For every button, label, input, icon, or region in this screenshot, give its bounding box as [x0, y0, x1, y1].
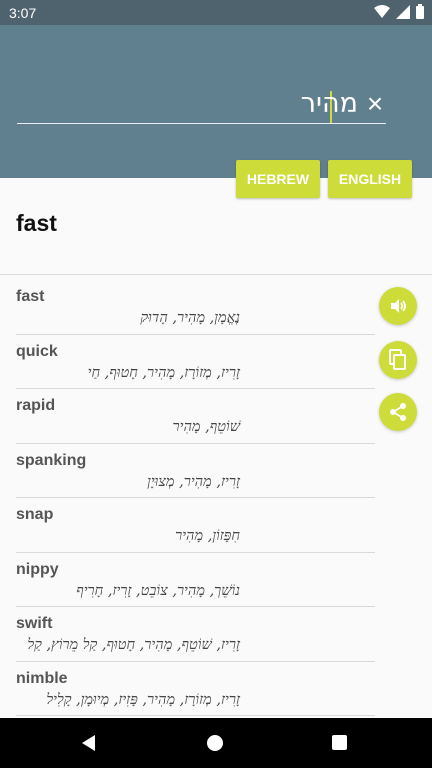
english-button[interactable]: ENGLISH	[328, 160, 412, 198]
speaker-icon	[391, 299, 406, 313]
clear-search-button[interactable]: ×	[364, 90, 386, 118]
result-word: nippy	[16, 560, 59, 578]
list-item[interactable]: spanking זָרִיז, מָהִיר, מְצוּיָן	[16, 444, 375, 498]
result-translation: זָרִיז, מְזוֹרָז, מָהִיר, פָּזִיז, מְיוּ…	[46, 691, 240, 708]
cellular-signal-icon	[396, 4, 410, 19]
result-word: snap	[16, 506, 54, 523]
result-word: swift	[16, 615, 53, 632]
search-query[interactable]: מהיר	[301, 88, 358, 122]
list-item[interactable]: rapid שׁוֹטֵף, מָהִיר	[16, 389, 375, 444]
result-word: rapid	[16, 397, 56, 414]
search-input[interactable]: מהיר ×	[17, 88, 386, 124]
battery-icon	[416, 4, 424, 19]
status-bar: 3:07	[0, 0, 432, 25]
result-translation: שׁוֹטֵף, מָהִיר	[172, 419, 240, 435]
recent-apps-icon[interactable]	[331, 734, 348, 751]
wifi-icon	[374, 4, 390, 18]
result-translation: זָרִיז, שׁוֹטֵף, מָהִיר, חָטוּף, קַל מֵר…	[27, 637, 240, 653]
result-word: nimble	[16, 669, 68, 687]
result-word: quick	[16, 342, 58, 360]
list-item[interactable]: nippy נוֹשֵׁך, מָהִיר, צוֹבֵט, זָרִיז, ח…	[16, 553, 375, 607]
status-icons	[374, 4, 424, 19]
result-translation: חִפָּזוֹן, מָהִיר	[175, 528, 240, 544]
list-item[interactable]: swift זָרִיז, שׁוֹטֵף, מָהִיר, חָטוּף, ק…	[16, 607, 375, 662]
result-translation: זָרִיז, מְזוֹרָז, מָהִיר, חָטוּף, חַי	[87, 364, 240, 381]
speak-button[interactable]	[379, 287, 417, 325]
list-item[interactable]: snap חִפָּזוֹן, מָהִיר	[16, 498, 375, 553]
list-item[interactable]: fast נֶאֱמָן, מָהִיר, הָדוּק	[16, 280, 375, 335]
list-item[interactable]: nimble זָרִיז, מְזוֹרָז, מָהִיר, פָּזִיז…	[16, 662, 375, 716]
copy-icon	[389, 349, 406, 370]
result-translation: זָרִיז, מָהִיר, מְצוּיָן	[147, 473, 240, 490]
back-icon[interactable]	[80, 734, 98, 752]
home-icon[interactable]	[206, 734, 224, 752]
navigation-bar	[0, 718, 432, 768]
headword: fast	[16, 210, 57, 236]
hebrew-button[interactable]: HEBREW	[236, 160, 320, 198]
list-item[interactable]: quick זָרִיז, מְזוֹרָז, מָהִיר, חָטוּף, …	[16, 335, 375, 389]
result-word: fast	[16, 288, 45, 305]
share-icon	[390, 403, 406, 421]
divider	[0, 274, 432, 275]
share-button[interactable]	[379, 393, 417, 431]
status-time: 3:07	[9, 5, 37, 21]
result-translation: נֶאֱמָן, מָהִיר, הָדוּק	[140, 310, 240, 326]
result-translation: נוֹשֵׁך, מָהִיר, צוֹבֵט, זָרִיז, חָרִיף	[76, 582, 240, 599]
result-word: spanking	[16, 451, 87, 469]
copy-button[interactable]	[379, 341, 417, 379]
results-list: fast נֶאֱמָן, מָהִיר, הָדוּק quick זָרִי…	[16, 280, 375, 716]
